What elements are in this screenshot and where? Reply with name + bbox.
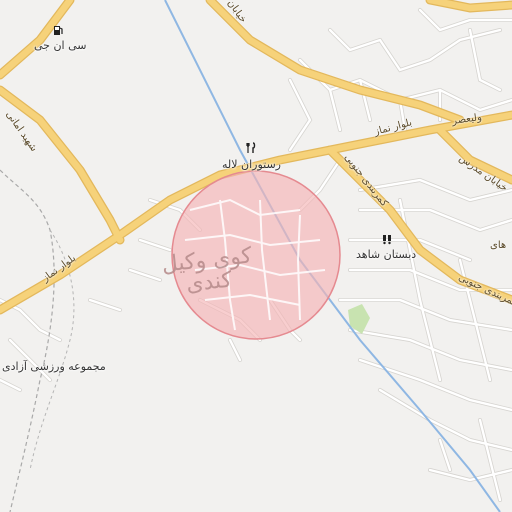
poi-restaurant[interactable]: رستوران لاله — [222, 158, 281, 171]
poi-sports[interactable]: مجموعه ورزشی آزادی — [2, 360, 106, 373]
school-icon[interactable] — [381, 233, 395, 247]
restaurant-icon[interactable] — [245, 142, 259, 156]
poi-gas-station[interactable]: سی ان جی — [34, 39, 86, 52]
road-label-haye: های — [490, 240, 507, 251]
map-canvas[interactable]: کوی وکیل کندی سی ان جی رستوران لاله دبست… — [0, 0, 512, 512]
fuel-icon[interactable] — [52, 24, 66, 38]
poi-school[interactable]: دبستان شاهد — [356, 248, 416, 261]
